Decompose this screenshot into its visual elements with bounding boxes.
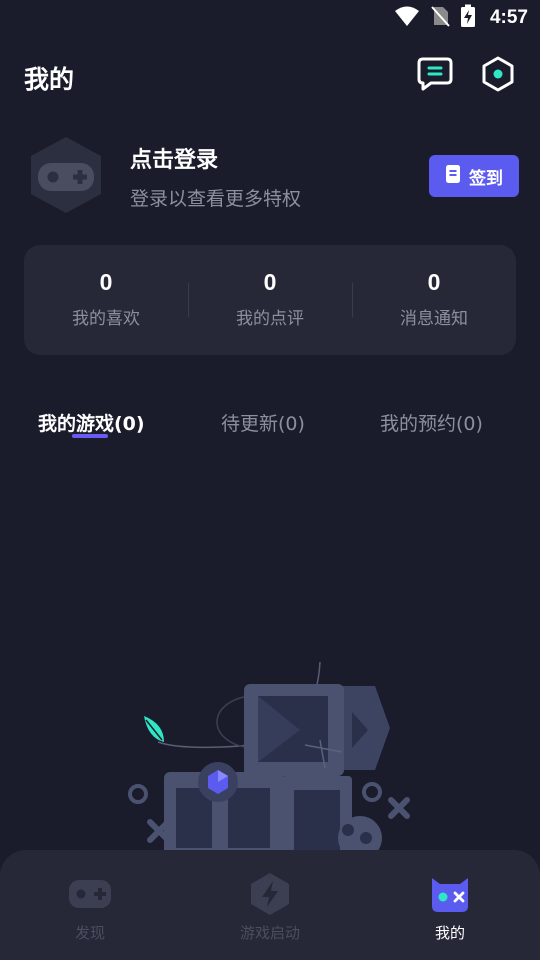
gamepad-icon [68,872,112,916]
tab-active-indicator [72,434,108,438]
signin-label: 签到 [469,168,503,189]
no-sim-icon [430,5,450,31]
stat-likes-label: 我的喜欢 [72,309,140,329]
message-button[interactable] [415,56,455,96]
nav-discover[interactable]: 发现 [0,850,180,960]
signin-button[interactable]: 签到 [429,155,519,197]
nav-mine-label: 我的 [434,924,465,942]
empty-state-illustration [120,650,420,860]
gamepad-avatar-icon [28,137,104,219]
wifi-icon [394,5,420,31]
status-time: 4:57 [489,7,528,28]
login-title[interactable]: 点击登录 [130,142,218,174]
settings-icon [480,55,516,97]
nav-discover-label: 发现 [74,924,105,942]
stat-notifications-value: 0 [427,269,441,295]
status-bar: 4:57 [0,0,540,36]
tab-pending-updates[interactable]: 待更新(0) [221,409,305,436]
stat-notifications-label: 消息通知 [400,309,468,329]
bottom-nav: 发现 游戏启动 我的 [0,850,540,960]
battery-charging-icon [460,4,476,32]
nav-game-launch-label: 游戏启动 [239,924,300,942]
stat-divider [352,283,353,317]
stat-likes[interactable]: 0 我的喜欢 [24,245,188,355]
nav-game-launch[interactable]: 游戏启动 [180,850,360,960]
message-icon [416,56,454,96]
page-title: 我的 [24,65,75,94]
face-icon [428,872,472,916]
stats-card: 0 我的喜欢 0 我的点评 0 消息通知 [24,245,516,355]
avatar[interactable] [28,135,104,215]
login-subtitle: 登录以查看更多特权 [130,188,302,210]
stat-notifications[interactable]: 0 消息通知 [352,245,516,355]
stat-divider [188,283,189,317]
settings-button[interactable] [478,56,518,96]
lightning-hexagon-icon [248,872,292,916]
stat-reviews-label: 我的点评 [236,309,304,329]
stat-reviews-value: 0 [263,269,277,295]
stat-likes-value: 0 [99,269,113,295]
tab-my-reservations[interactable]: 我的预约(0) [380,409,483,436]
stat-reviews[interactable]: 0 我的点评 [188,245,352,355]
tab-my-games[interactable]: 我的游戏(0) [38,409,145,436]
nav-mine[interactable]: 我的 [360,850,540,960]
document-icon [445,164,461,188]
